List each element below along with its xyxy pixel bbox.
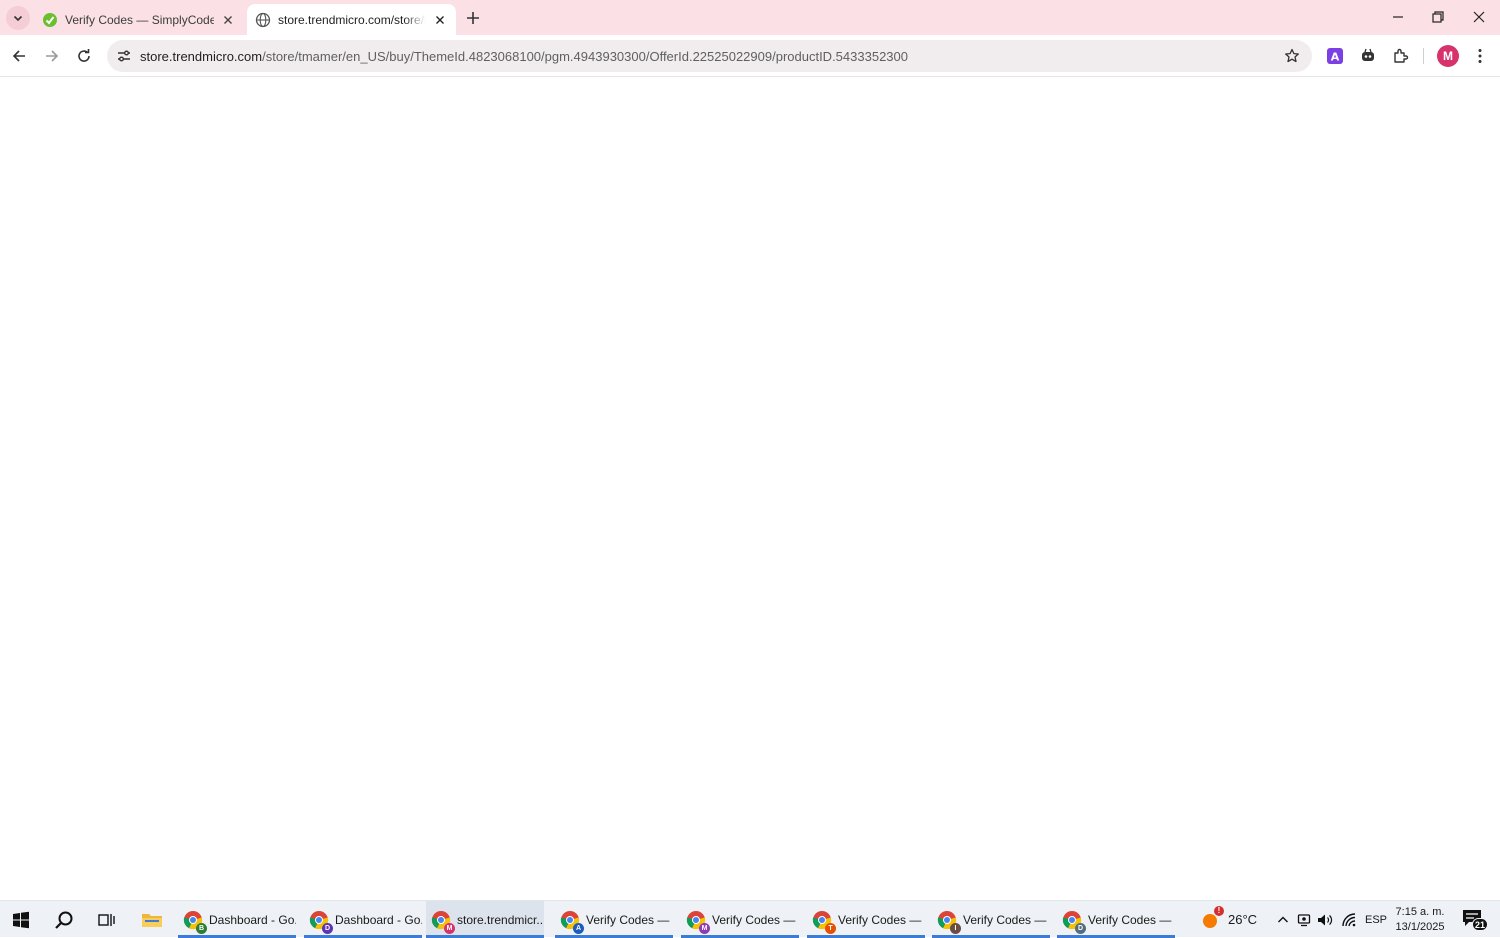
- extensions-puzzle-icon[interactable]: [1389, 44, 1413, 68]
- back-button[interactable]: [5, 42, 33, 70]
- restore-icon: [1432, 11, 1444, 23]
- tab-title: Verify Codes — SimplyCodes: [65, 12, 214, 27]
- profile-badge: D: [322, 922, 333, 934]
- taskbar-item-verify-codes-3[interactable]: T Verify Codes — ...: [807, 901, 925, 938]
- input-language-indicator[interactable]: ESP: [1365, 901, 1387, 938]
- reload-button[interactable]: [70, 42, 98, 70]
- url-text: store.trendmicro.com/store/tmamer/en_US/…: [140, 49, 908, 64]
- taskbar-item-label: Dashboard - Go...: [209, 912, 296, 927]
- windows-logo-icon: [13, 911, 29, 929]
- site-info-icon[interactable]: [113, 45, 135, 67]
- profile-badge: B: [196, 922, 207, 934]
- chrome-icon: M: [686, 910, 710, 934]
- clock-time: 7:15 a. m.: [1395, 906, 1445, 918]
- taskbar-item-label: Verify Codes — ...: [712, 912, 799, 927]
- system-clock[interactable]: 7:15 a. m. 13/1/2025: [1392, 905, 1448, 935]
- chrome-icon: T: [812, 910, 836, 934]
- notification-center-button[interactable]: 21: [1462, 909, 1489, 931]
- chrome-icon: A: [560, 910, 584, 934]
- notification-count-badge: 21: [1472, 918, 1489, 931]
- chrome-icon: B: [183, 910, 207, 934]
- copilot-extension-icon[interactable]: [1356, 44, 1380, 68]
- globe-icon: [255, 12, 271, 28]
- taskbar-item-trendmicro[interactable]: M store.trendmicr...: [426, 901, 544, 938]
- forward-button[interactable]: [38, 42, 66, 70]
- chrome-icon: M: [431, 910, 455, 934]
- plus-icon: [467, 12, 479, 24]
- close-icon: [1473, 11, 1485, 23]
- arrow-right-icon: [46, 50, 59, 62]
- chevron-up-icon: [1278, 916, 1288, 923]
- weather-alert-badge: !: [1214, 905, 1224, 916]
- file-explorer-button[interactable]: [137, 906, 167, 934]
- task-view-icon: [98, 914, 115, 926]
- url-host: store.trendmicro.com: [140, 48, 263, 64]
- page-content-blank: [0, 78, 1500, 900]
- arrow-left-icon: [12, 50, 25, 62]
- taskbar-item-verify-codes-2[interactable]: M Verify Codes — ...: [681, 901, 799, 938]
- tab-close-icon[interactable]: [220, 12, 236, 28]
- taskbar-item-dashboard-1[interactable]: B Dashboard - Go...: [178, 901, 296, 938]
- taskbar-item-label: Verify Codes — ...: [963, 912, 1050, 927]
- address-bar[interactable]: store.trendmicro.com/store/tmamer/en_US/…: [107, 40, 1312, 72]
- windows-taskbar: B Dashboard - Go... D Dashboard - Go... …: [0, 900, 1500, 938]
- tab-trendmicro-store[interactable]: store.trendmicro.com/store/tmamer/en_US/…: [247, 4, 456, 35]
- start-button[interactable]: [6, 906, 36, 934]
- profile-badge: T: [825, 922, 836, 934]
- profile-avatar[interactable]: M: [1437, 45, 1459, 67]
- taskbar-item-label: Verify Codes — ...: [586, 912, 673, 927]
- toolbar-divider: [1423, 48, 1424, 64]
- tab-close-icon[interactable]: [432, 12, 448, 28]
- svg-text:A: A: [1331, 51, 1340, 64]
- search-button[interactable]: [49, 906, 79, 934]
- tab-verify-codes[interactable]: Verify Codes — SimplyCodes: [34, 4, 244, 35]
- profile-badge: I: [950, 922, 961, 934]
- taskbar-item-label: Dashboard - Go...: [335, 912, 422, 927]
- simplycodes-favicon-icon: [42, 12, 58, 28]
- restore-button[interactable]: [1418, 0, 1458, 34]
- weather-widget[interactable]: ! 26°C: [1200, 901, 1257, 938]
- more-menu-icon[interactable]: [1468, 44, 1492, 68]
- chevron-down-icon: [13, 15, 23, 22]
- volume-icon[interactable]: [1313, 906, 1337, 934]
- close-window-button[interactable]: [1459, 0, 1499, 34]
- task-view-button[interactable]: [92, 906, 122, 934]
- minimize-button[interactable]: [1378, 0, 1418, 34]
- bookmark-star-icon[interactable]: [1282, 46, 1302, 66]
- taskbar-item-verify-codes-5[interactable]: D Verify Codes — ...: [1057, 901, 1175, 938]
- taskbar-item-label: Verify Codes — ...: [838, 912, 925, 927]
- minimize-icon: [1393, 16, 1403, 18]
- url-path: /store/tmamer/en_US/buy/ThemeId.48230681…: [262, 48, 908, 64]
- taskbar-item-verify-codes-4[interactable]: I Verify Codes — ...: [932, 901, 1050, 938]
- profile-badge: A: [573, 922, 584, 934]
- clock-date: 13/1/2025: [1395, 921, 1445, 933]
- taskbar-item-dashboard-2[interactable]: D Dashboard - Go...: [304, 901, 422, 938]
- tab-title: store.trendmicro.com/store/tmamer/en_US/…: [278, 12, 426, 27]
- search-icon: [55, 911, 73, 929]
- weather-temperature: 26°C: [1228, 912, 1258, 927]
- taskbar-item-label: Verify Codes — ...: [1088, 912, 1175, 927]
- reload-icon: [78, 49, 90, 62]
- tab-strip: Verify Codes — SimplyCodes store.trendmi…: [0, 0, 1500, 35]
- chrome-icon: D: [309, 910, 333, 934]
- folder-icon: [142, 914, 162, 927]
- browser-toolbar: store.trendmicro.com/store/tmamer/en_US/…: [0, 35, 1500, 77]
- taskbar-item-label: store.trendmicr...: [457, 912, 544, 927]
- weather-sun-icon: !: [1200, 905, 1224, 930]
- translate-extension-icon[interactable]: A: [1323, 44, 1347, 68]
- chrome-icon: I: [937, 910, 961, 934]
- profile-badge: M: [699, 922, 710, 934]
- new-tab-button[interactable]: [462, 7, 484, 29]
- tab-search-button[interactable]: [6, 6, 30, 30]
- taskbar-item-verify-codes-1[interactable]: A Verify Codes — ...: [555, 901, 673, 938]
- wifi-icon[interactable]: [1336, 906, 1362, 934]
- profile-badge: M: [444, 922, 455, 934]
- profile-badge: D: [1075, 922, 1086, 934]
- chrome-icon: D: [1062, 910, 1086, 934]
